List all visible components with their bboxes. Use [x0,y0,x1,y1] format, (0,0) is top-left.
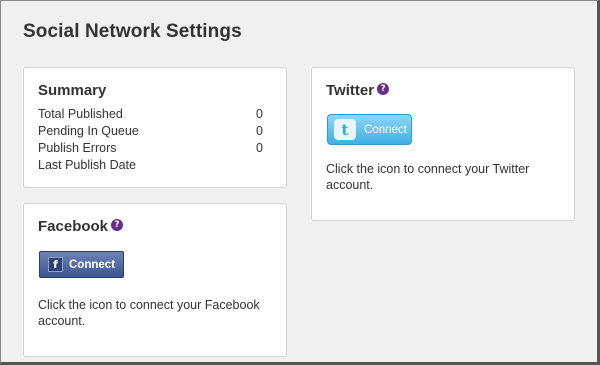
summary-label: Total Published [38,107,123,121]
help-icon[interactable]: ? [377,83,390,95]
twitter-description: Click the icon to connect your Twitter a… [326,162,530,192]
facebook-connect-label: Connect [69,258,115,271]
facebook-title: Facebook? [38,218,124,235]
summary-row-total-published: Total Published 0 [38,106,263,123]
summary-value: 0 [256,141,263,155]
summary-row-publish-errors: Publish Errors 0 [38,140,263,157]
twitter-panel: Twitter? t Connect Click the icon to con… [311,67,575,221]
twitter-title-text: Twitter [326,82,375,99]
summary-value: 0 [256,107,263,121]
summary-panel: Summary Total Published 0 Pending In Que… [23,67,287,188]
window-frame: Social Network Settings Summary Total Pu… [0,0,600,365]
twitter-title: Twitter? [326,82,390,99]
summary-label: Last Publish Date [38,158,136,172]
facebook-panel: Facebook? f Connect Click the icon to co… [23,203,287,357]
facebook-description: Click the icon to connect your Facebook … [38,298,260,328]
twitter-logo-icon: t [334,119,356,140]
help-icon[interactable]: ? [111,219,124,231]
page-title: Social Network Settings [23,21,242,42]
summary-title: Summary [38,82,107,99]
summary-row-pending-in-queue: Pending In Queue 0 [38,123,263,140]
summary-value: 0 [256,124,263,138]
facebook-connect-button[interactable]: f Connect [39,251,124,278]
twitter-connect-button[interactable]: t Connect [327,114,412,145]
facebook-logo-icon: f [48,257,63,272]
summary-list: Total Published 0 Pending In Queue 0 Pub… [38,106,263,174]
twitter-connect-label: Connect [364,123,407,136]
facebook-title-text: Facebook [38,218,109,235]
summary-label: Publish Errors [38,141,117,155]
summary-row-last-publish-date: Last Publish Date [38,157,263,174]
summary-label: Pending In Queue [38,124,139,138]
